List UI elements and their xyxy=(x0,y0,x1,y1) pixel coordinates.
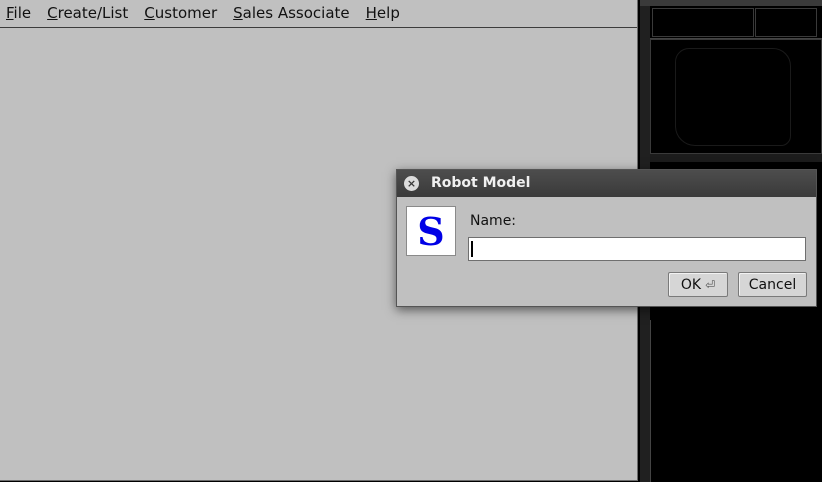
app-logo-icon: S xyxy=(406,206,456,256)
menu-sales-associate[interactable]: Sales Associate xyxy=(225,0,358,27)
menu-file[interactable]: File xyxy=(0,0,39,27)
cancel-button[interactable]: Cancel xyxy=(738,272,807,297)
logo-letter: S xyxy=(417,209,445,254)
text-caret xyxy=(471,241,473,257)
dialog-titlebar[interactable]: × Robot Model xyxy=(397,170,816,197)
name-label: Name: xyxy=(470,213,517,229)
background-toolbar-cell xyxy=(652,8,754,37)
enter-key-icon: ⏎ xyxy=(705,277,716,292)
menu-label: elp xyxy=(376,4,400,22)
menu-mnemonic: S xyxy=(233,4,243,22)
menu-mnemonic: H xyxy=(365,4,377,22)
menu-label: ile xyxy=(13,4,32,22)
menu-mnemonic: C xyxy=(47,4,58,22)
background-panel xyxy=(650,39,822,154)
background-gap xyxy=(650,154,822,162)
dialog-title: Robot Model xyxy=(431,175,531,191)
cancel-button-label: Cancel xyxy=(748,276,797,293)
menu-label: ustomer xyxy=(154,4,218,22)
background-shape xyxy=(675,48,791,146)
menubar: File Create/List Customer Sales Associat… xyxy=(0,0,637,28)
menu-mnemonic: F xyxy=(6,4,14,22)
robot-model-dialog: × Robot Model S Name: OK ⏎ Cancel xyxy=(396,169,817,307)
ok-button[interactable]: OK ⏎ xyxy=(668,272,728,297)
name-input[interactable] xyxy=(468,237,806,261)
menu-label: reate/List xyxy=(57,4,129,22)
ok-button-label: OK xyxy=(680,276,702,293)
background-lower-panel xyxy=(650,320,822,482)
close-icon[interactable]: × xyxy=(404,176,419,191)
background-toolbar-cell xyxy=(755,8,817,37)
background-toolbar xyxy=(650,6,822,39)
menu-help[interactable]: Help xyxy=(358,0,408,27)
menu-create-list[interactable]: Create/List xyxy=(39,0,136,27)
menu-mnemonic: C xyxy=(144,4,155,22)
menu-label: ales Associate xyxy=(242,4,350,22)
menu-customer[interactable]: Customer xyxy=(136,0,225,27)
